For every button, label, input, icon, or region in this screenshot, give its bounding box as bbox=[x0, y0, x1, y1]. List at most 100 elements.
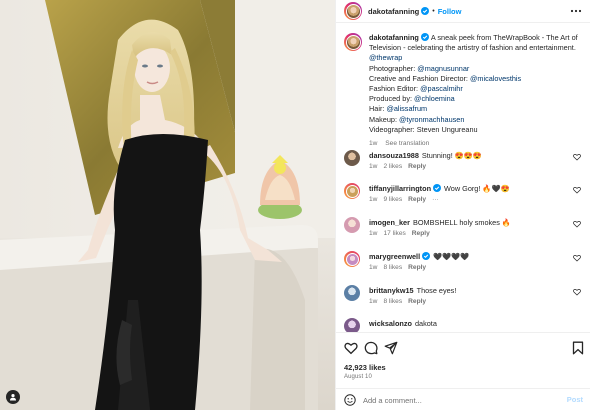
comment-item: dansouza1988 Stunning! 😍😍😍 1w 2 likes Reply bbox=[344, 150, 584, 180]
commenter-username[interactable]: brittanykw15 bbox=[369, 286, 414, 295]
add-comment-input[interactable] bbox=[363, 394, 553, 406]
author-username[interactable]: dakotafanning bbox=[368, 7, 419, 16]
more-options-icon[interactable] bbox=[570, 7, 582, 15]
reply-button[interactable]: Reply bbox=[408, 264, 426, 271]
post-header: dakotafanning • Follow bbox=[336, 0, 590, 23]
commenter-avatar[interactable] bbox=[344, 183, 360, 199]
heart-icon[interactable] bbox=[573, 220, 581, 228]
post-date: August 10 bbox=[344, 374, 372, 380]
emoji-icon[interactable] bbox=[344, 394, 356, 406]
commenter-username[interactable]: tiffanyjillarrington bbox=[369, 184, 431, 193]
reply-button[interactable]: Reply bbox=[408, 163, 426, 170]
caption-text: Produced by: bbox=[369, 94, 415, 104]
tagged-users-button[interactable] bbox=[6, 390, 20, 404]
post-photo[interactable] bbox=[0, 0, 335, 410]
comment-meta: 1w 8 likes Reply bbox=[369, 298, 432, 305]
comment-time: 1w bbox=[369, 163, 378, 170]
post-side-panel: dakotafanning • Follow dakotafanning A sn… bbox=[335, 0, 590, 410]
bookmark-icon[interactable] bbox=[571, 341, 585, 355]
comment-meta: 1w 2 likes Reply bbox=[369, 163, 432, 170]
caption-text: Videographer: Steven Ungureanu bbox=[369, 124, 478, 134]
comment-time: 1w bbox=[369, 230, 378, 237]
mention-link[interactable]: @thewrap bbox=[369, 53, 402, 62]
comment-likes[interactable]: 9 likes bbox=[383, 196, 402, 203]
reply-button[interactable]: Reply bbox=[412, 230, 430, 237]
commenter-username[interactable]: wicksalonzo bbox=[369, 319, 412, 328]
comment-time: 1w bbox=[369, 196, 378, 203]
mention-link[interactable]: @chloemina bbox=[414, 94, 455, 103]
verified-icon bbox=[433, 184, 442, 192]
commenter-avatar[interactable] bbox=[344, 150, 360, 166]
comment-text: Wow Gorg! 🔥🖤😍 bbox=[444, 184, 510, 193]
caption-line: Hair: @alissafrum bbox=[369, 104, 583, 114]
follow-button[interactable]: Follow bbox=[438, 7, 462, 16]
comments-scroll-area[interactable]: dakotafanning A sneak peek from TheWrapBo… bbox=[336, 24, 590, 332]
comment-item: wicksalonzo dakota bbox=[344, 318, 584, 332]
commenter-username[interactable]: marygreenwell bbox=[369, 252, 420, 261]
comment-likes[interactable]: 2 likes bbox=[383, 163, 402, 170]
caption-line: dakotafanning A sneak peek from TheWrapBo… bbox=[369, 33, 583, 43]
caption-text: Hair: bbox=[369, 104, 387, 114]
header-separator: • bbox=[432, 7, 435, 15]
comment-options-icon[interactable]: ··· bbox=[432, 196, 439, 203]
caption-author-avatar[interactable] bbox=[344, 33, 362, 51]
reply-button[interactable]: Reply bbox=[408, 196, 426, 203]
comment-likes[interactable]: 8 likes bbox=[383, 264, 402, 271]
commenter-username[interactable]: dansouza1988 bbox=[369, 151, 419, 160]
photo-illustration bbox=[0, 0, 335, 410]
author-avatar[interactable] bbox=[344, 2, 362, 20]
caption-line: Videographer: Steven Ungureanu bbox=[369, 125, 583, 135]
comment-item: imogen_ker BOMBSHELL holy smokes 🔥 1w 17 l… bbox=[344, 217, 584, 247]
caption-line: Creative and Fashion Director: @micalove… bbox=[369, 74, 583, 84]
comment-item: marygreenwell 🖤🖤🖤🖤 1w 8 likes Reply bbox=[344, 251, 584, 281]
post-comment-button[interactable]: Post bbox=[567, 395, 583, 404]
mention-link[interactable]: @micalovesthis bbox=[470, 74, 521, 83]
caption-text: Television - celebrating the artistry of… bbox=[369, 43, 576, 53]
caption-time: 1w bbox=[369, 140, 378, 147]
like-count[interactable]: 42,923 likes bbox=[344, 363, 386, 372]
comment-text: dakota bbox=[414, 319, 437, 328]
commenter-avatar[interactable] bbox=[344, 285, 360, 301]
caption-line: @thewrap bbox=[369, 53, 583, 63]
comment-text: BOMBSHELL holy smokes 🔥 bbox=[412, 218, 511, 227]
verified-icon bbox=[420, 33, 429, 41]
heart-icon[interactable] bbox=[344, 341, 358, 355]
caption-line: Fashion Editor: @pascalmihr bbox=[369, 84, 583, 94]
caption-username[interactable]: dakotafanning bbox=[369, 33, 419, 42]
caption-line: Photographer: @magnusunnar bbox=[369, 64, 583, 74]
caption-line: Makeup: @tyronmachhausen bbox=[369, 115, 583, 125]
caption-text: A sneak peek from TheWrapBook - The Art … bbox=[430, 33, 578, 42]
comment-meta: 1w 17 likes Reply bbox=[369, 230, 436, 237]
share-icon[interactable] bbox=[384, 341, 398, 355]
post-actions: 42,923 likes August 10 bbox=[336, 332, 590, 382]
reply-button[interactable]: Reply bbox=[408, 298, 426, 305]
comment-text: Those eyes! bbox=[416, 286, 457, 295]
commenter-avatar[interactable] bbox=[344, 251, 360, 267]
comment-item: brittanykw15 Those eyes! 1w 8 likes Reply bbox=[344, 285, 584, 315]
caption-meta: 1w See translation bbox=[369, 140, 435, 147]
verified-icon bbox=[421, 7, 430, 15]
comment-icon[interactable] bbox=[364, 341, 378, 355]
caption-line: Produced by: @chloemina bbox=[369, 94, 583, 104]
mention-link[interactable]: @tyronmachhausen bbox=[399, 115, 464, 124]
user-icon bbox=[10, 394, 16, 401]
caption-line: Television - celebrating the artistry of… bbox=[369, 43, 583, 53]
comment-likes[interactable]: 8 likes bbox=[383, 298, 402, 305]
commenter-avatar[interactable] bbox=[344, 217, 360, 233]
commenter-username[interactable]: imogen_ker bbox=[369, 218, 410, 227]
commenter-avatar[interactable] bbox=[344, 318, 360, 332]
comment-likes[interactable]: 17 likes bbox=[383, 230, 405, 237]
heart-icon[interactable] bbox=[573, 288, 581, 296]
comment-time: 1w bbox=[369, 298, 378, 305]
heart-icon[interactable] bbox=[573, 153, 581, 161]
mention-link[interactable]: @magnusunnar bbox=[417, 64, 469, 73]
caption-text: Creative and Fashion Director: bbox=[369, 73, 470, 83]
comment-item: tiffanyjillarrington Wow Gorg! 🔥🖤😍 1w 9 li… bbox=[344, 183, 584, 213]
heart-icon[interactable] bbox=[573, 254, 581, 262]
mention-link[interactable]: @pascalmihr bbox=[420, 84, 463, 93]
verified-icon bbox=[422, 252, 431, 260]
mention-link[interactable]: @alissafrum bbox=[386, 104, 427, 113]
comment-meta: 1w 8 likes Reply bbox=[369, 264, 432, 271]
see-translation-button[interactable]: See translation bbox=[385, 140, 429, 147]
heart-icon[interactable] bbox=[573, 186, 581, 194]
